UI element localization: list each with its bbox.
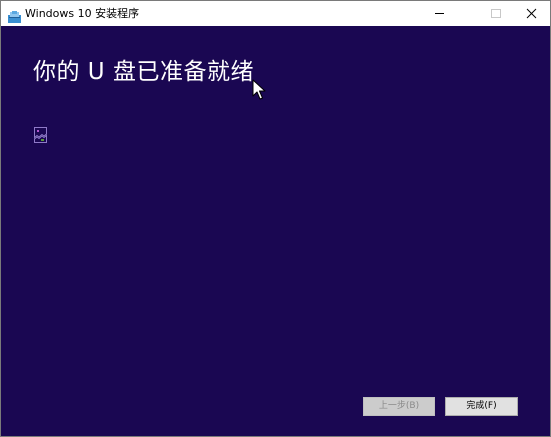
close-button[interactable] (513, 1, 550, 26)
title-bar[interactable]: Windows 10 安装程序 (1, 1, 550, 26)
maximize-icon (491, 9, 501, 18)
setup-window: Windows 10 安装程序 你的 U 盘已准备就绪 上一步(B) 完成(F) (0, 0, 551, 437)
back-button[interactable]: 上一步(B) (363, 397, 435, 416)
broken-image-icon (34, 127, 48, 143)
minimize-button[interactable] (421, 1, 458, 26)
minimize-icon (435, 13, 444, 14)
content-area: 你的 U 盘已准备就绪 上一步(B) 完成(F) (1, 26, 550, 436)
finish-button[interactable]: 完成(F) (445, 397, 518, 416)
window-title: Windows 10 安装程序 (25, 7, 140, 20)
close-icon (526, 8, 537, 19)
setup-app-icon (8, 8, 21, 23)
page-heading: 你的 U 盘已准备就绪 (33, 59, 254, 85)
mouse-cursor-icon (252, 79, 266, 101)
maximize-button[interactable] (477, 1, 514, 26)
